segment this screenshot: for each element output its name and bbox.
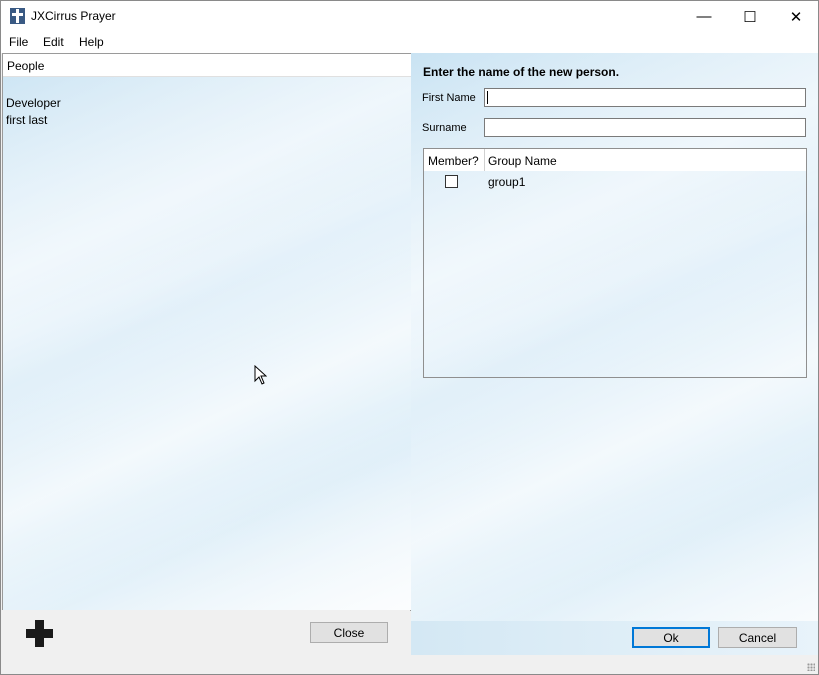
surname-field[interactable]	[484, 118, 806, 137]
people-header-label: People	[7, 59, 45, 73]
list-item[interactable]: first last	[6, 113, 47, 127]
groups-table: Member? Group Name group1	[423, 148, 807, 378]
close-button[interactable]: Close	[310, 622, 388, 643]
menu-file[interactable]: File	[9, 35, 28, 49]
column-header-group-name[interactable]: Group Name	[488, 154, 557, 168]
app-cross-icon	[10, 8, 25, 24]
member-checkbox[interactable]	[445, 175, 458, 188]
window-title: JXCirrus Prayer	[31, 9, 116, 23]
surname-label: Surname	[422, 122, 467, 134]
column-header-member[interactable]: Member?	[428, 154, 479, 168]
resize-grip-icon[interactable]	[807, 663, 815, 671]
column-divider[interactable]	[484, 149, 485, 171]
add-person-button[interactable]	[26, 620, 53, 647]
ok-button[interactable]: Ok	[632, 627, 710, 648]
people-header: People	[3, 54, 411, 77]
group-name-cell[interactable]: group1	[488, 175, 525, 189]
groups-table-header: Member? Group Name	[424, 149, 806, 171]
right-button-bar: Ok Cancel	[411, 621, 818, 655]
maximize-button[interactable]: ☐	[727, 1, 773, 32]
menu-edit[interactable]: Edit	[43, 35, 64, 49]
first-name-field[interactable]	[484, 88, 806, 107]
text-caret	[487, 91, 488, 104]
close-window-button[interactable]: ✕	[773, 1, 818, 32]
person-form-panel: Enter the name of the new person. First …	[411, 53, 818, 655]
minimize-button[interactable]: —	[681, 1, 727, 32]
status-bar	[1, 655, 818, 674]
app-window: JXCirrus Prayer — ☐ ✕ File Edit Help Peo…	[0, 0, 819, 675]
title-bar[interactable]: JXCirrus Prayer — ☐ ✕	[1, 1, 818, 32]
menu-help[interactable]: Help	[79, 35, 104, 49]
mouse-cursor-icon	[254, 365, 267, 385]
form-prompt: Enter the name of the new person.	[423, 65, 620, 79]
cancel-button[interactable]: Cancel	[718, 627, 797, 648]
people-list[interactable]: People Developer first last	[2, 53, 412, 611]
left-button-bar: Close	[2, 610, 410, 655]
list-item[interactable]: Developer	[6, 96, 61, 110]
menu-bar: File Edit Help	[1, 32, 818, 53]
first-name-label: First Name	[422, 92, 476, 104]
